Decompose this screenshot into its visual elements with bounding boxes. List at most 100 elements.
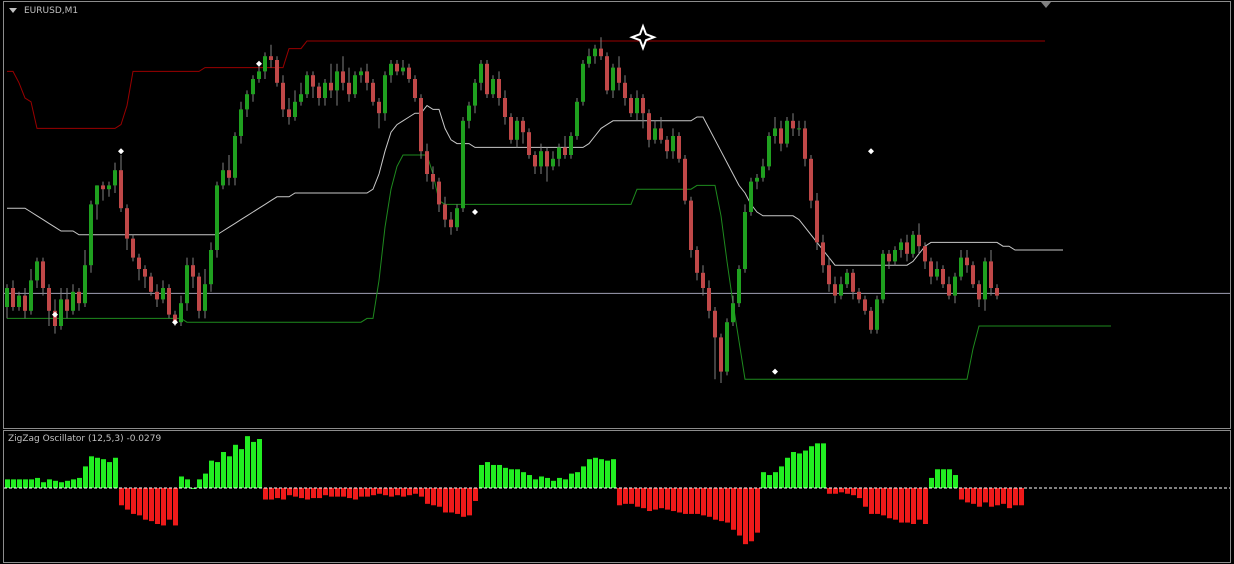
bearish-candle (857, 291, 861, 300)
oscillator-positive-bar (479, 464, 484, 488)
bearish-candle (701, 272, 705, 288)
oscillator-negative-bar (461, 488, 466, 517)
bearish-candle (905, 242, 909, 254)
oscillator-positive-bar (947, 469, 952, 488)
bullish-candle (5, 288, 9, 307)
oscillator-negative-bar (443, 488, 448, 513)
oscillator-negative-bar (743, 488, 748, 545)
bearish-candle (683, 158, 687, 201)
oscillator-negative-bar (1007, 488, 1012, 509)
oscillator-negative-bar (455, 488, 460, 514)
oscillator-negative-bar (287, 488, 292, 496)
bullish-candle (725, 322, 729, 372)
oscillator-positive-bar (239, 449, 244, 488)
oscillator-positive-bar (809, 446, 814, 488)
bullish-candle (881, 253, 885, 300)
oscillator-negative-bar (161, 488, 166, 526)
oscillator-negative-bar (431, 488, 436, 506)
oscillator-svg (4, 436, 1230, 545)
oscillator-negative-bar (341, 488, 346, 497)
price-chart-svg (4, 23, 1230, 383)
bearish-candle (641, 98, 645, 114)
oscillator-positive-bar (935, 469, 940, 488)
bullish-candle (653, 128, 657, 140)
bullish-candle (761, 166, 765, 178)
bullish-candle (893, 250, 897, 262)
bearish-candle (677, 136, 681, 159)
oscillator-negative-bar (473, 488, 478, 501)
bullish-candle (569, 136, 573, 155)
oscillator-negative-bar (695, 488, 700, 514)
oscillator-positive-bar (485, 462, 490, 488)
bullish-candle (491, 79, 495, 95)
bullish-candle (953, 276, 957, 296)
price-chart-panel[interactable]: EURUSD,M1 (3, 1, 1231, 429)
bullish-candle (767, 136, 771, 167)
oscillator-negative-bar (875, 488, 880, 514)
bearish-candle (521, 120, 525, 133)
oscillator-positive-bar (11, 479, 16, 488)
oscillator-negative-bar (347, 488, 352, 499)
lower-band-line (7, 154, 1111, 380)
oscillator-positive-bar (527, 475, 532, 488)
oscillator-negative-bar (839, 488, 844, 493)
oscillator-negative-bar (995, 488, 1000, 506)
oscillator-negative-bar (881, 488, 886, 516)
oscillator-positive-bar (569, 473, 574, 488)
oscillator-negative-bar (749, 488, 754, 542)
oscillator-panel[interactable]: ZigZag Oscillator (12,5,3) -0.0279 (3, 430, 1231, 563)
oscillator-negative-bar (389, 488, 394, 497)
oscillator-positive-bar (773, 472, 778, 488)
zigzag-pivot-diamond-icon (772, 368, 778, 375)
bullish-candle (983, 261, 987, 300)
oscillator-negative-bar (419, 488, 424, 497)
oscillator-negative-bar (653, 488, 658, 510)
oscillator-positive-bar (761, 472, 766, 488)
bearish-candle (197, 276, 201, 311)
bearish-candle (317, 86, 321, 98)
bearish-candle (371, 82, 375, 102)
bearish-candle (449, 219, 453, 228)
chart-menu-arrow-icon[interactable] (9, 8, 17, 13)
bullish-candle (587, 56, 591, 64)
oscillator-negative-bar (413, 488, 418, 494)
oscillator-positive-bar (599, 459, 604, 488)
bullish-candle (215, 185, 219, 250)
oscillator-positive-bar (575, 472, 580, 488)
oscillator-positive-bar (797, 453, 802, 488)
bullish-candle (839, 284, 843, 296)
oscillator-negative-bar (893, 488, 898, 520)
bearish-candle (665, 139, 669, 152)
oscillator-negative-bar (707, 488, 712, 517)
bullish-candle (161, 288, 165, 300)
bearish-candle (941, 269, 945, 285)
bearish-candle (833, 284, 837, 296)
bullish-candle (233, 136, 237, 178)
oscillator-negative-bar (899, 488, 904, 523)
bearish-candle (287, 109, 291, 117)
oscillator-negative-bar (731, 488, 736, 530)
bearish-candle (47, 288, 51, 311)
bearish-candle (125, 208, 129, 239)
oscillator-positive-bar (89, 456, 94, 488)
bullish-candle (17, 295, 21, 307)
oscillator-negative-bar (125, 488, 130, 510)
bullish-candle (845, 272, 849, 285)
oscillator-negative-bar (863, 488, 868, 507)
bullish-candle (911, 234, 915, 254)
bullish-candle (389, 63, 393, 76)
bearish-candle (365, 71, 369, 83)
oscillator-positive-bar (581, 466, 586, 488)
chart-shift-arrow-icon[interactable] (1041, 2, 1051, 8)
bearish-candle (719, 337, 723, 372)
oscillator-negative-bar (425, 488, 430, 504)
bearish-candle (503, 98, 507, 117)
zigzag-pivot-diamond-icon (52, 311, 58, 318)
oscillator-positive-bar (551, 480, 556, 488)
bearish-candle (971, 265, 975, 285)
oscillator-negative-bar (149, 488, 154, 522)
bullish-candle (203, 284, 207, 311)
bearish-candle (779, 128, 783, 144)
oscillator-positive-bar (29, 479, 34, 488)
bearish-candle (527, 132, 531, 155)
